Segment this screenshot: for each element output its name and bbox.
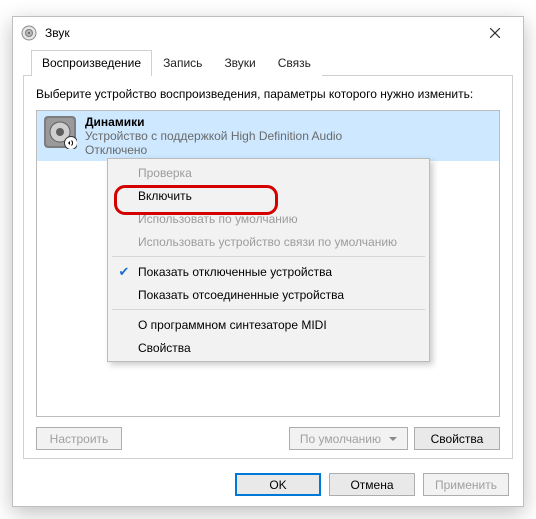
set-default-button: По умолчанию xyxy=(289,427,408,450)
device-labels: Динамики Устройство с поддержкой High De… xyxy=(85,115,493,157)
window-title: Звук xyxy=(45,26,475,40)
menu-show-disconnected[interactable]: Показать отсоединенные устройства xyxy=(110,283,427,306)
panel-button-row: Настроить По умолчанию Свойства xyxy=(36,427,500,450)
cancel-button[interactable]: Отмена xyxy=(329,473,415,496)
menu-show-disabled-label: Показать отключенные устройства xyxy=(138,265,332,279)
device-name: Динамики xyxy=(85,115,493,129)
menu-enable[interactable]: Включить xyxy=(110,184,427,207)
menu-separator xyxy=(112,256,425,257)
sound-dialog: Звук Воспроизведение Запись Звуки Связь … xyxy=(12,16,524,507)
configure-button: Настроить xyxy=(36,427,122,450)
context-menu: Проверка Включить Использовать по умолча… xyxy=(107,158,430,362)
device-list[interactable]: Динамики Устройство с поддержкой High De… xyxy=(36,110,500,417)
playback-panel: Выберите устройство воспроизведения, пар… xyxy=(23,76,513,459)
device-driver: Устройство с поддержкой High Definition … xyxy=(85,129,493,143)
menu-properties[interactable]: Свойства xyxy=(110,336,427,359)
menu-set-default: Использовать по умолчанию xyxy=(110,207,427,230)
close-icon xyxy=(490,28,500,38)
device-item-speakers[interactable]: Динамики Устройство с поддержкой High De… xyxy=(37,111,499,161)
close-button[interactable] xyxy=(475,19,515,47)
ok-button[interactable]: OK xyxy=(235,473,321,496)
tabstrip: Воспроизведение Запись Звуки Связь xyxy=(23,49,513,76)
speaker-icon xyxy=(43,115,77,149)
properties-button[interactable]: Свойства xyxy=(414,427,500,450)
check-icon: ✔ xyxy=(116,264,132,280)
sound-icon xyxy=(21,25,37,41)
tab-playback[interactable]: Воспроизведение xyxy=(31,50,152,76)
apply-button: Применить xyxy=(423,473,509,496)
tab-sounds[interactable]: Звуки xyxy=(213,50,266,76)
instruction-text: Выберите устройство воспроизведения, пар… xyxy=(36,86,500,102)
menu-test: Проверка xyxy=(110,161,427,184)
tab-recording[interactable]: Запись xyxy=(152,50,213,76)
dialog-button-row: OK Отмена Применить xyxy=(13,467,523,506)
menu-show-disabled[interactable]: ✔ Показать отключенные устройства xyxy=(110,260,427,283)
menu-set-comm-default: Использовать устройство связи по умолчан… xyxy=(110,230,427,253)
titlebar: Звук xyxy=(13,17,523,49)
tab-communications[interactable]: Связь xyxy=(267,50,322,76)
device-status: Отключено xyxy=(85,143,493,157)
menu-separator xyxy=(112,309,425,310)
menu-about-midi[interactable]: О программном синтезаторе MIDI xyxy=(110,313,427,336)
